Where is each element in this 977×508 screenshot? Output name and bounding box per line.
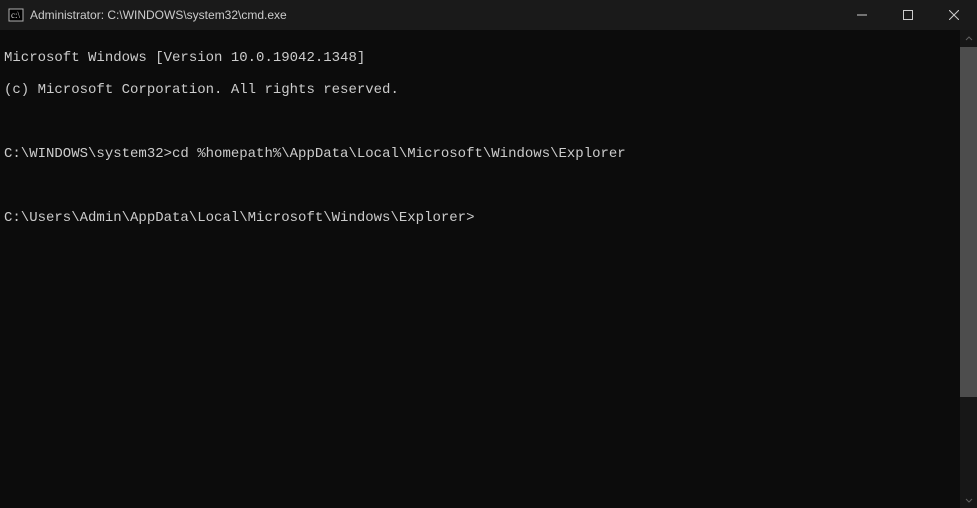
prompt: C:\WINDOWS\system32>: [4, 146, 172, 162]
scroll-thumb[interactable]: [960, 47, 977, 397]
prompt-line: C:\Users\Admin\AppData\Local\Microsoft\W…: [4, 210, 956, 226]
command-text: cd %homepath%\AppData\Local\Microsoft\Wi…: [172, 146, 626, 162]
terminal-content[interactable]: Microsoft Windows [Version 10.0.19042.13…: [0, 30, 960, 508]
cmd-icon: c:\: [8, 7, 24, 23]
window-title: Administrator: C:\WINDOWS\system32\cmd.e…: [30, 8, 839, 22]
close-button[interactable]: [931, 0, 977, 30]
vertical-scrollbar[interactable]: [960, 30, 977, 508]
prompt: C:\Users\Admin\AppData\Local\Microsoft\W…: [4, 210, 474, 226]
terminal-area: Microsoft Windows [Version 10.0.19042.13…: [0, 30, 977, 508]
window-controls: [839, 0, 977, 30]
scroll-down-arrow-icon[interactable]: [960, 491, 977, 508]
banner-line: (c) Microsoft Corporation. All rights re…: [4, 82, 956, 98]
blank-line: [4, 178, 956, 194]
blank-line: [4, 114, 956, 130]
svg-text:c:\: c:\: [11, 10, 20, 20]
prompt-line: C:\WINDOWS\system32>cd %homepath%\AppDat…: [4, 146, 956, 162]
scroll-up-arrow-icon[interactable]: [960, 30, 977, 47]
maximize-button[interactable]: [885, 0, 931, 30]
text-cursor: [474, 210, 482, 224]
titlebar[interactable]: c:\ Administrator: C:\WINDOWS\system32\c…: [0, 0, 977, 30]
banner-line: Microsoft Windows [Version 10.0.19042.13…: [4, 50, 956, 66]
minimize-button[interactable]: [839, 0, 885, 30]
